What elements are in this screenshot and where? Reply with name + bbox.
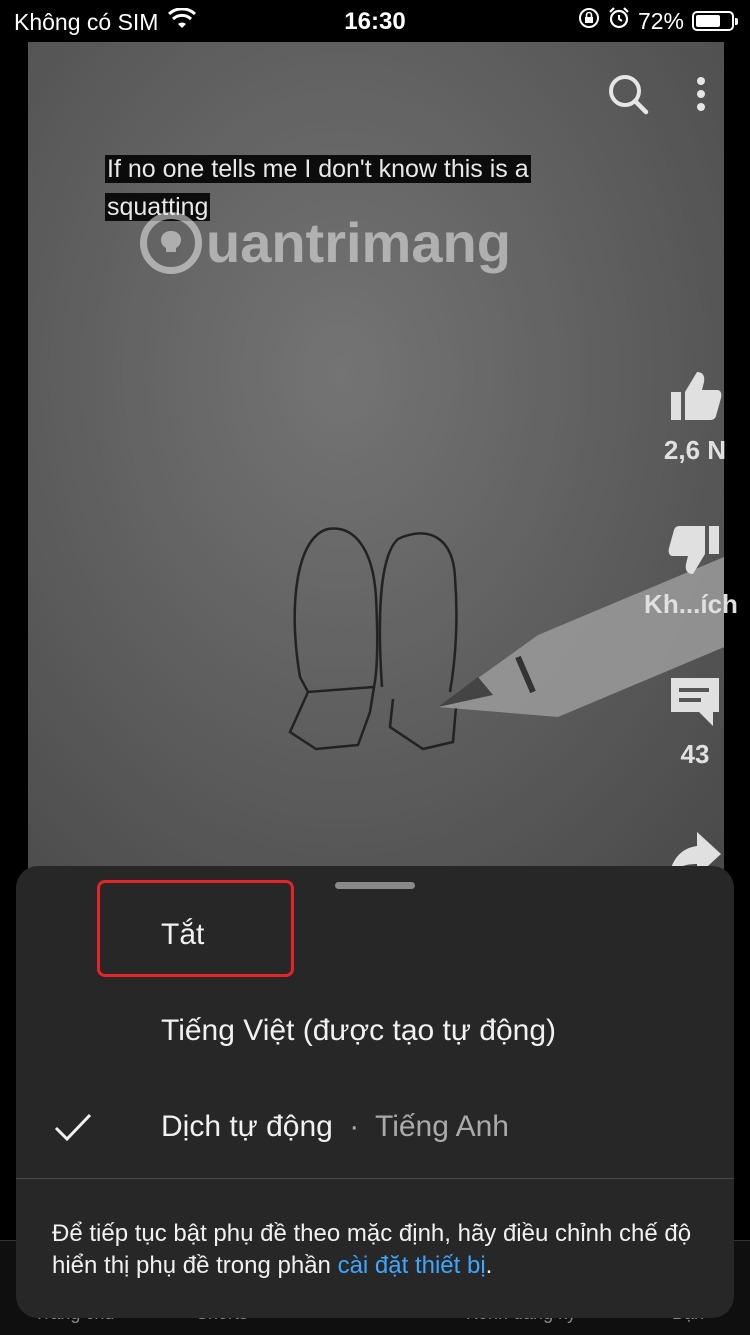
status-icons: 72% — [578, 7, 738, 35]
search-icon[interactable] — [606, 72, 650, 121]
like-button[interactable]: 2,6 N — [640, 368, 750, 466]
comment-icon — [667, 678, 723, 732]
option-off[interactable]: Tắt — [161, 918, 204, 952]
like-count: 2,6 N — [663, 435, 727, 465]
separator-dot: · — [349, 1110, 360, 1143]
more-options-icon[interactable] — [696, 76, 706, 117]
drag-handle[interactable] — [335, 882, 415, 889]
watermark-text: uantrimang — [206, 211, 511, 274]
divider — [16, 1178, 734, 1179]
comments-button[interactable]: 43 — [640, 672, 750, 770]
status-bar: Không có SIM 16:30 72% — [0, 0, 750, 42]
alarm-icon — [608, 7, 630, 35]
watermark-logo: uantrimang — [140, 210, 511, 275]
thumbs-up-icon — [667, 372, 723, 428]
option-auto-translate[interactable]: Dịch tự động · Tiếng Anh — [161, 1110, 509, 1144]
option-auto-translate-sublabel: Tiếng Anh — [374, 1110, 509, 1143]
checkmark-icon — [54, 1112, 92, 1147]
option-off-label: Tắt — [161, 918, 205, 951]
thumbs-down-icon — [667, 526, 723, 582]
rotation-lock-icon — [578, 7, 600, 35]
comment-count: 43 — [680, 739, 710, 769]
option-vietnamese-auto[interactable]: Tiếng Việt (được tạo tự động) — [161, 1014, 556, 1048]
dislike-button[interactable]: Kh...ích — [640, 522, 750, 620]
dislike-label: Kh...ích — [644, 589, 738, 619]
captions-settings-note: Để tiếp tục bật phụ đề theo mặc định, hã… — [52, 1218, 702, 1282]
battery-level — [696, 15, 720, 27]
option-auto-translate-label: Dịch tự động — [161, 1110, 333, 1143]
battery-percent: 72% — [637, 7, 684, 34]
lightbulb-icon — [140, 211, 202, 274]
device-settings-link[interactable]: cài đặt thiết bị — [338, 1252, 486, 1279]
option-vietnamese-label: Tiếng Việt (được tạo tự động) — [161, 1014, 557, 1047]
video-top-actions — [606, 72, 724, 121]
note-end: . — [485, 1252, 493, 1279]
captions-bottom-sheet: Tắt Tiếng Việt (được tạo tự động) Dịch t… — [16, 866, 734, 1318]
battery-icon — [692, 11, 738, 31]
video-player[interactable]: If no one tells me I don't know this is … — [28, 42, 724, 872]
